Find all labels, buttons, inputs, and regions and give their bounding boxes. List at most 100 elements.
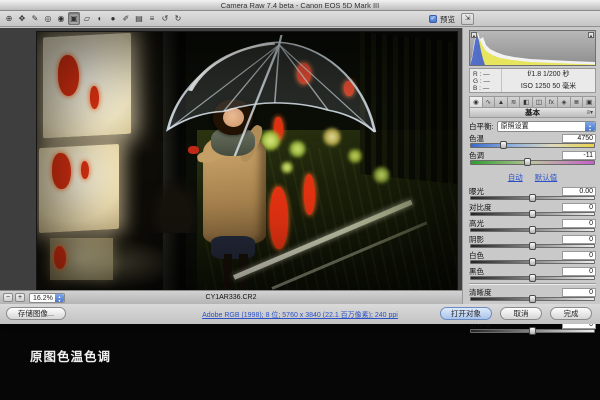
contrast-value-field[interactable]: 0 [562,203,596,212]
exposure-label: 曝光 [469,186,484,197]
photo [37,32,457,290]
histogram-plot [470,31,595,65]
adjustment-brush-tool[interactable]: ✐ [120,12,132,25]
window-title: Camera Raw 7.4 beta - Canon EOS 5D Mark … [221,1,379,10]
camera-raw-dialog: Camera Raw 7.4 beta - Canon EOS 5D Mark … [0,0,600,324]
exif-values: f/1.8 1/200 秒 ISO 1250 50 毫米 [502,69,595,92]
crop-tool[interactable]: ▣ [68,12,80,25]
whites-slider[interactable] [470,260,595,264]
rotate-right-button[interactable]: ↻ [172,12,184,25]
default-link[interactable]: 默认值 [535,173,558,182]
adjustments-panel: ▲ ▲ R : — G : — B : — f/1.8 1/200 秒 ISO … [463,28,600,304]
blacks-slider[interactable] [470,276,595,280]
tint-value-field[interactable]: -11 [562,151,596,160]
tab-presets[interactable]: ≣ [570,96,583,108]
temperature-label: 色温 [469,133,484,144]
color-sampler-tool[interactable]: ◎ [42,12,54,25]
section-title: 基本 [525,107,540,118]
whites-slider-row: 白色0 [469,250,596,264]
open-object-button[interactable]: 打开对象 [440,307,492,320]
graduated-filter-tool[interactable]: ▤ [133,12,145,25]
highlights-slider-row: 高光0 [469,218,596,232]
tab-detail[interactable]: ▲ [494,96,507,108]
clarity-label: 清晰度 [469,287,492,298]
clarity-value-field[interactable]: 0 [562,288,596,297]
wb-sliders: 色温 4750 色调-11 [469,133,596,165]
contrast-slider[interactable] [470,212,595,216]
exif-iso-focal: ISO 1250 50 毫米 [502,81,595,93]
auto-link[interactable]: 自动 [508,173,523,182]
tab-basic[interactable]: ◉ [469,96,482,108]
white-balance-label: 白平衡: [469,121,494,132]
shadows-slider[interactable] [470,244,595,248]
shadow-clipping-indicator[interactable]: ▲ [471,32,477,38]
clarity-slider-thumb[interactable] [529,295,536,303]
tab-hsl-grayscale[interactable]: ≋ [507,96,520,108]
done-button[interactable]: 完成 [550,307,592,320]
preview-group: ✓ 预览 ⇲ [429,11,474,27]
title-bar: Camera Raw 7.4 beta - Canon EOS 5D Mark … [0,0,600,11]
shadows-slider-row: 阴影 0 [469,234,596,248]
targeted-adjustment-tool[interactable]: ◉ [55,12,67,25]
white-balance-value: 原照设置 [501,123,529,130]
clarity-slider[interactable] [470,297,595,301]
saturation-slider-thumb[interactable] [529,327,536,335]
cancel-button[interactable]: 取消 [500,307,542,320]
main-area: − + 16.2% ▲▼ CY1AR336.CR2 ▲ [0,28,600,304]
tab-tone-curve[interactable]: ∿ [482,96,495,108]
rotate-left-button[interactable]: ↺ [159,12,171,25]
exposure-slider[interactable] [470,196,595,200]
shadows-value-field[interactable]: 0 [562,235,596,244]
exposure-slider-row: 曝光 0.00 [469,186,596,200]
whites-value-field[interactable]: 0 [562,251,596,260]
vignette [37,32,457,290]
tab-snapshots[interactable]: ▣ [582,96,596,108]
panel-menu-icon[interactable]: ≡▾ [586,109,593,116]
zoom-tool[interactable]: ⊕ [3,12,15,25]
footer-bar: 存储图像... Adobe RGB (1998); 8 位; 5760 x 38… [0,304,600,324]
white-balance-select[interactable]: 原照设置 ▲▼ [497,121,596,132]
rgb-readout: R : — G : — B : — [470,69,502,92]
stepper-arrows-icon[interactable]: ▲▼ [585,122,595,131]
temperature-slider-thumb[interactable] [500,141,507,149]
rgb-r: R : — [473,71,501,78]
exposure-value-field[interactable]: 0.00 [562,187,596,196]
highlights-slider-thumb[interactable] [529,226,536,234]
blacks-slider-row: 黑色 0 [469,266,596,280]
highlight-clipping-indicator[interactable]: ▲ [588,32,594,38]
exif-aperture-shutter: f/1.8 1/200 秒 [502,69,595,81]
tab-camera-calibration[interactable]: ◈ [557,96,570,108]
auto-default-links: 自动 默认值 [469,167,596,185]
shadows-label: 阴影 [469,234,484,245]
temperature-slider[interactable] [470,143,595,148]
rgb-b: B : — [473,85,501,92]
contrast-slider-row: 对比度0 [469,202,596,216]
blacks-slider-thumb[interactable] [529,274,536,282]
whites-slider-thumb[interactable] [529,258,536,266]
shadows-slider-thumb[interactable] [529,242,536,250]
highlights-value-field[interactable]: 0 [562,219,596,228]
page: Camera Raw 7.4 beta - Canon EOS 5D Mark … [0,0,600,400]
preview-checkbox[interactable]: ✓ [429,15,437,23]
tint-slider[interactable] [470,160,595,165]
blacks-label: 黑色 [469,266,484,277]
white-balance-tool[interactable]: ✎ [29,12,41,25]
hand-tool[interactable]: ✥ [16,12,28,25]
tint-slider-thumb[interactable] [524,158,531,166]
red-eye-tool[interactable]: ● [107,12,119,25]
straighten-tool[interactable]: ▱ [81,12,93,25]
tint-slider-row: 色调-11 [469,150,596,165]
blacks-value-field[interactable]: 0 [562,267,596,276]
tab-effects[interactable]: fx [545,96,558,108]
image-bottom-bar: − + 16.2% ▲▼ CY1AR336.CR2 [0,290,462,304]
fullscreen-toggle-icon[interactable]: ⇲ [461,13,474,25]
spot-removal-tool[interactable]: ◐ [94,12,106,25]
temperature-value-field[interactable]: 4750 [562,134,596,143]
tone-sliders: 曝光0.00对比度0高光0阴影0白色0黑色0 [469,186,596,280]
toolbar: ⊕✥✎◎◉▣▱◐●✐▤≡↺↻ ✓ 预览 ⇲ [0,11,600,27]
saturation-slider[interactable] [470,329,595,333]
exposure-slider-thumb[interactable] [529,194,536,202]
preferences-button[interactable]: ≡ [146,12,158,25]
highlights-slider[interactable] [470,228,595,232]
contrast-slider-thumb[interactable] [529,210,536,218]
